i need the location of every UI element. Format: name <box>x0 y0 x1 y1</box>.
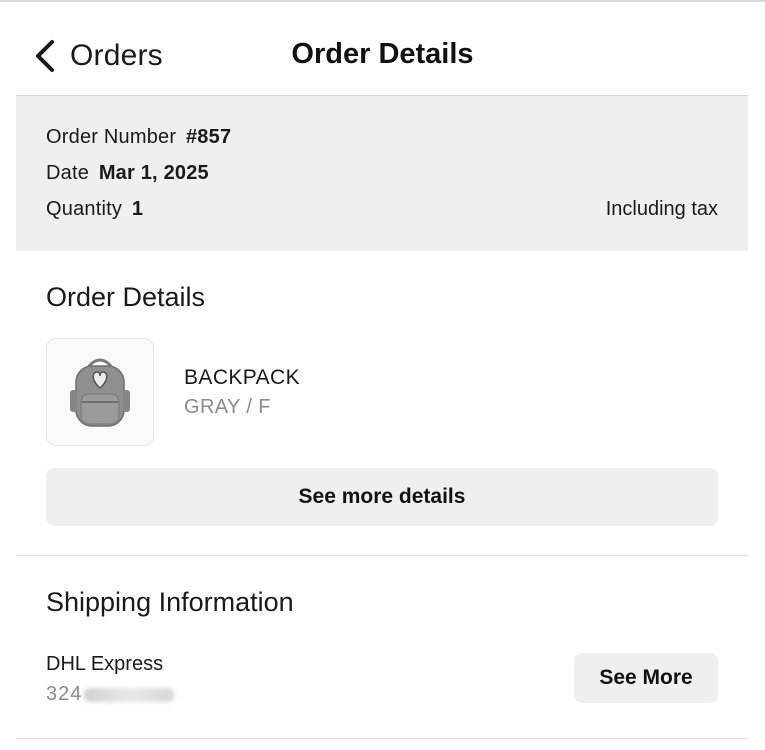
backpack-icon <box>70 358 130 427</box>
date-row: Date Mar 1, 2025 <box>46 162 209 185</box>
order-summary: Order Number #857 Date Mar 1, 2025 Quant… <box>16 95 748 251</box>
order-number-row: Order Number #857 <box>46 126 231 149</box>
quantity-label: Quantity <box>46 198 123 220</box>
quantity-row: Quantity 1 <box>46 198 143 221</box>
order-number-value: #857 <box>185 126 232 148</box>
date-value: Mar 1, 2025 <box>98 162 209 184</box>
order-number-label: Order Number <box>46 126 177 148</box>
product-name: BACKPACK <box>184 366 301 389</box>
product-thumbnail[interactable] <box>46 338 154 446</box>
redacted-blur <box>84 687 175 702</box>
tracking-number-text: 324 <box>46 683 83 705</box>
section-divider <box>16 555 748 556</box>
quantity-value: 1 <box>131 198 144 220</box>
product-variant: GRAY / F <box>184 396 271 418</box>
see-more-details-button[interactable]: See more details <box>46 468 718 526</box>
bottom-divider <box>16 738 748 739</box>
page-title: Order Details <box>291 38 474 70</box>
see-more-shipping-button[interactable]: See More <box>574 653 718 703</box>
order-details-screen: Orders Order Details Order Number #857 D… <box>0 0 765 750</box>
tracking-number: 324 <box>46 683 175 706</box>
tax-note: Including tax <box>605 198 718 220</box>
navigation-bar: Orders Order Details <box>0 0 765 96</box>
date-label: Date <box>46 162 90 184</box>
order-details-heading: Order Details <box>46 282 206 312</box>
shipping-carrier: DHL Express <box>46 653 164 675</box>
shipping-information-heading: Shipping Information <box>46 587 294 617</box>
